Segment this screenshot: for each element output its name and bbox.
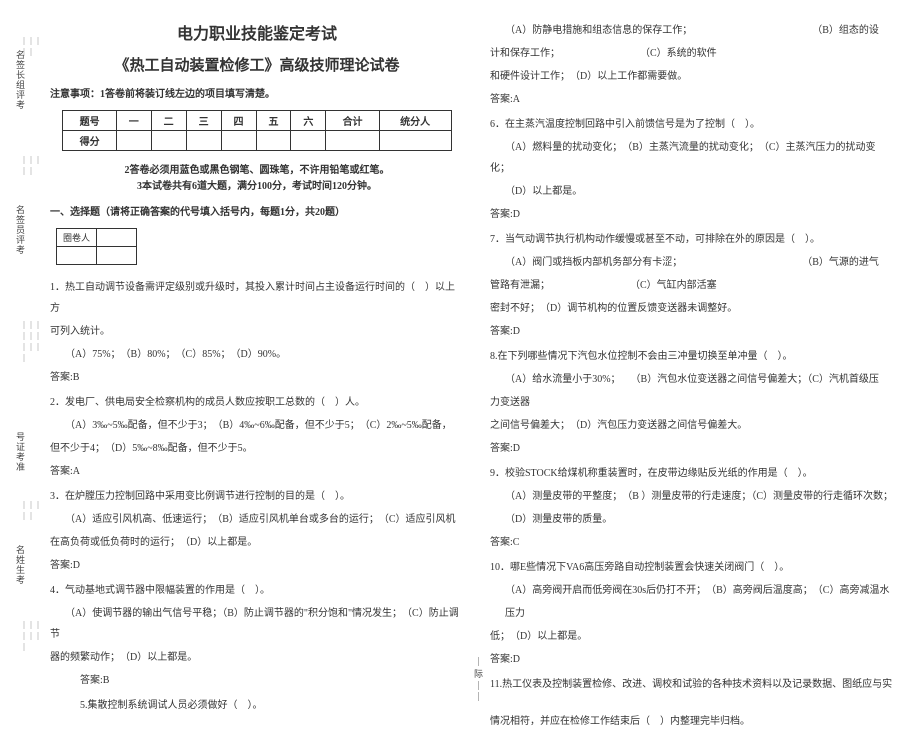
binding-margin: ｜｜｜｜｜ 名签长组评考 ｜｜｜｜｜ 名签员评考 ｜｜｜｜｜｜｜｜｜｜ 号证考准…: [0, 0, 42, 734]
q10: 10．哪E些情况下VA6高压旁路自动控制装置会快速关闭阀门（ ）。: [490, 557, 894, 578]
td: [186, 131, 221, 151]
q3: 3．在炉膛压力控制回路中采用变比例调节进行控制的目的是（ ）。: [50, 486, 464, 507]
q9-ans: 答案:C: [490, 532, 894, 553]
q2-opts: （A）3‰~5‰配备，但不少于3； （B）4‰~6‰配备，但不少于5； （C）2…: [50, 415, 464, 436]
margin-label-1: 名签长组评考: [14, 50, 27, 110]
th: 二: [151, 111, 186, 131]
q5-opt-c: 计和保存工作； （C）系统的软件: [490, 43, 894, 64]
q4-opts: （A）使调节器的输出气信号平稳；（B）防止调节器的"积分饱和"情况发生； （C）…: [50, 603, 464, 645]
q1-ans: 答案:B: [50, 367, 464, 388]
instruction-line: 2答卷必须用蓝色或黑色钢笔、圆珠笔，不许用铅笔或红笔。: [50, 163, 464, 179]
q5-opt-a: （A）防静电措施和组态信息的保存工作； （B）组态的设: [490, 20, 894, 41]
q7-opts: （A）阀门或挡板内部机务部分有卡涩； （B）气源的进气: [490, 252, 894, 273]
td: [256, 131, 291, 151]
q8-opts3: 之间信号偏差大； （D）汽包压力变送器之间信号偏差大。: [490, 415, 894, 436]
q8-opts2: 力变送器: [490, 392, 894, 413]
instruction-line: 3本试卷共有6道大题，满分100分，考试时间120分钟。: [50, 179, 464, 195]
q11b: [490, 697, 894, 709]
th: 题号: [63, 111, 116, 131]
dash: ｜｜｜｜｜: [20, 155, 42, 177]
q11c: 情况相符，并应在检修工作结束后（ ）内整理完毕归档。: [490, 711, 894, 732]
q9-opts2: （D）测量皮带的质量。: [490, 509, 894, 530]
q5-ans: 答案:A: [490, 89, 894, 110]
reviewer-table: 圈卷人: [56, 228, 137, 265]
th: 合计: [326, 111, 379, 131]
td: [291, 131, 326, 151]
dash: ｜｜｜｜｜: [20, 500, 42, 522]
right-page: ｜际｜｜ （A）防静电措施和组态信息的保存工作； （B）组态的设 计和保存工作；…: [472, 0, 902, 734]
td: [379, 131, 451, 151]
q6-opts: （A）燃料量的扰动变化； （B）主蒸汽流量的扰动变化； （C）主蒸汽压力的扰动变…: [490, 137, 894, 179]
q6: 6．在主蒸汽温度控制回路中引入前馈信号是为了控制（ ）。: [490, 114, 894, 135]
q3-ans: 答案:D: [50, 555, 464, 576]
q2-opts2: 但不少于4； （D）5‰~8‰配备，但不少于5。: [50, 438, 464, 459]
q4-ans: 答案:B: [50, 670, 464, 691]
q7-opts2: 管路有泄漏； （C）气缸内部活塞: [490, 275, 894, 296]
q4: 4．气动基地式调节器中限幅装置的作用是（ ）。: [50, 580, 464, 601]
q2: 2．发电厂、供电局安全检察机构的成员人数应按职工总数的（ ）人。: [50, 392, 464, 413]
q9-opts: （A）测量皮带的平整度； （B ）测量皮带的行走速度；（C）测量皮带的行走循环次…: [490, 486, 894, 507]
q8: 8.在下列哪些情况下汽包水位控制不会由三冲量切换至单冲量（ ）。: [490, 346, 894, 367]
q2-ans: 答案:A: [50, 461, 464, 482]
td: [97, 247, 137, 265]
th: 四: [221, 111, 256, 131]
th: 三: [186, 111, 221, 131]
score-table: 题号 一 二 三 四 五 六 合计 统分人 得分: [62, 110, 451, 151]
q10-opts3: 低； （D）以上都是。: [490, 626, 894, 647]
th: 六: [291, 111, 326, 131]
margin-label-4: 名姓生考: [14, 545, 27, 585]
td: 得分: [63, 131, 116, 151]
instructions: 2答卷必须用蓝色或黑色钢笔、圆珠笔，不许用铅笔或红笔。 3本试卷共有6道大题，满…: [50, 163, 464, 195]
td: 圈卷人: [57, 229, 97, 247]
page-divider: ｜际｜｜: [474, 657, 483, 704]
q7-opts3: 密封不好； （D）调节机构的位置反馈变送器未调整好。: [490, 298, 894, 319]
q8-opts: （A）给水流量小于30%； （B）汽包水位变送器之间信号偏差大；（C）汽机首级压: [490, 369, 894, 390]
dash: ｜｜｜｜｜｜｜: [20, 620, 42, 653]
q6-opts2: （D）以上都是。: [490, 181, 894, 202]
q1-cont: 可列入统计。: [50, 321, 464, 342]
td: [97, 229, 137, 247]
q9: 9．校验STOCK给煤机称重装置时，在皮带边缘贴反光纸的作用是（ ）。: [490, 463, 894, 484]
td: [57, 247, 97, 265]
q10-opts2: 压力: [490, 603, 894, 624]
q7: 7．当气动调节执行机构动作缓慢或甚至不动，可排除在外的原因是（ ）。: [490, 229, 894, 250]
q1-opts: （A）75%； （B）80%； （C）85%； （D）90%。: [50, 344, 464, 365]
left-page: 电力职业技能鉴定考试 《热工自动装置检修工》高级技师理论试卷 注意事项：1答卷前…: [42, 0, 472, 734]
exam-title-2: 《热工自动装置检修工》高级技师理论试卷: [50, 54, 464, 75]
th: 一: [116, 111, 151, 131]
td: [116, 131, 151, 151]
th: 统分人: [379, 111, 451, 131]
q1: 1．热工自动调节设备需评定级别或升级时，其投入累计时间占主设备运行时间的（ ）以…: [50, 277, 464, 319]
q11: 11.热工仪表及控制装置检修、改进、调校和试验的各种技术资料以及记录数据、图纸应…: [490, 674, 894, 695]
q3-opts: （A）适应引风机高、低速运行； （B）适应引风机单台或多台的运行； （C）适应引…: [50, 509, 464, 530]
q5-opt-d: 和硬件设计工作； （D）以上工作都需要做。: [490, 66, 894, 87]
th: 五: [256, 111, 291, 131]
exam-title-1: 电力职业技能鉴定考试: [50, 20, 464, 44]
td: [221, 131, 256, 151]
q6-ans: 答案:D: [490, 204, 894, 225]
q5: 5.集散控制系统调试人员必须做好（ ）。: [50, 695, 464, 716]
td: [151, 131, 186, 151]
notice-line: 注意事项：1答卷前将装订线左边的项目填写清楚。: [50, 85, 464, 100]
q8-ans: 答案:D: [490, 438, 894, 459]
q7-ans: 答案:D: [490, 321, 894, 342]
q10-opts: （A）高旁阀开启而低旁阀在30s后仍打不开； （B）高旁阀后温度高； （C）高旁…: [490, 580, 894, 601]
q4-opts2: 器的频繁动作； （D）以上都是。: [50, 647, 464, 668]
margin-label-2: 名签员评考: [14, 205, 27, 255]
q10-ans: 答案:D: [490, 649, 894, 670]
dash: ｜｜｜｜｜｜｜｜｜｜: [20, 320, 42, 364]
q3-opts2: 在高负荷或低负荷时的运行； （D）以上都是。: [50, 532, 464, 553]
margin-label-3: 号证考准: [14, 432, 27, 472]
td: [326, 131, 379, 151]
section-1-title: 一、选择题（请将正确答案的代号填入括号内，每题1分，共20题）: [50, 203, 464, 218]
